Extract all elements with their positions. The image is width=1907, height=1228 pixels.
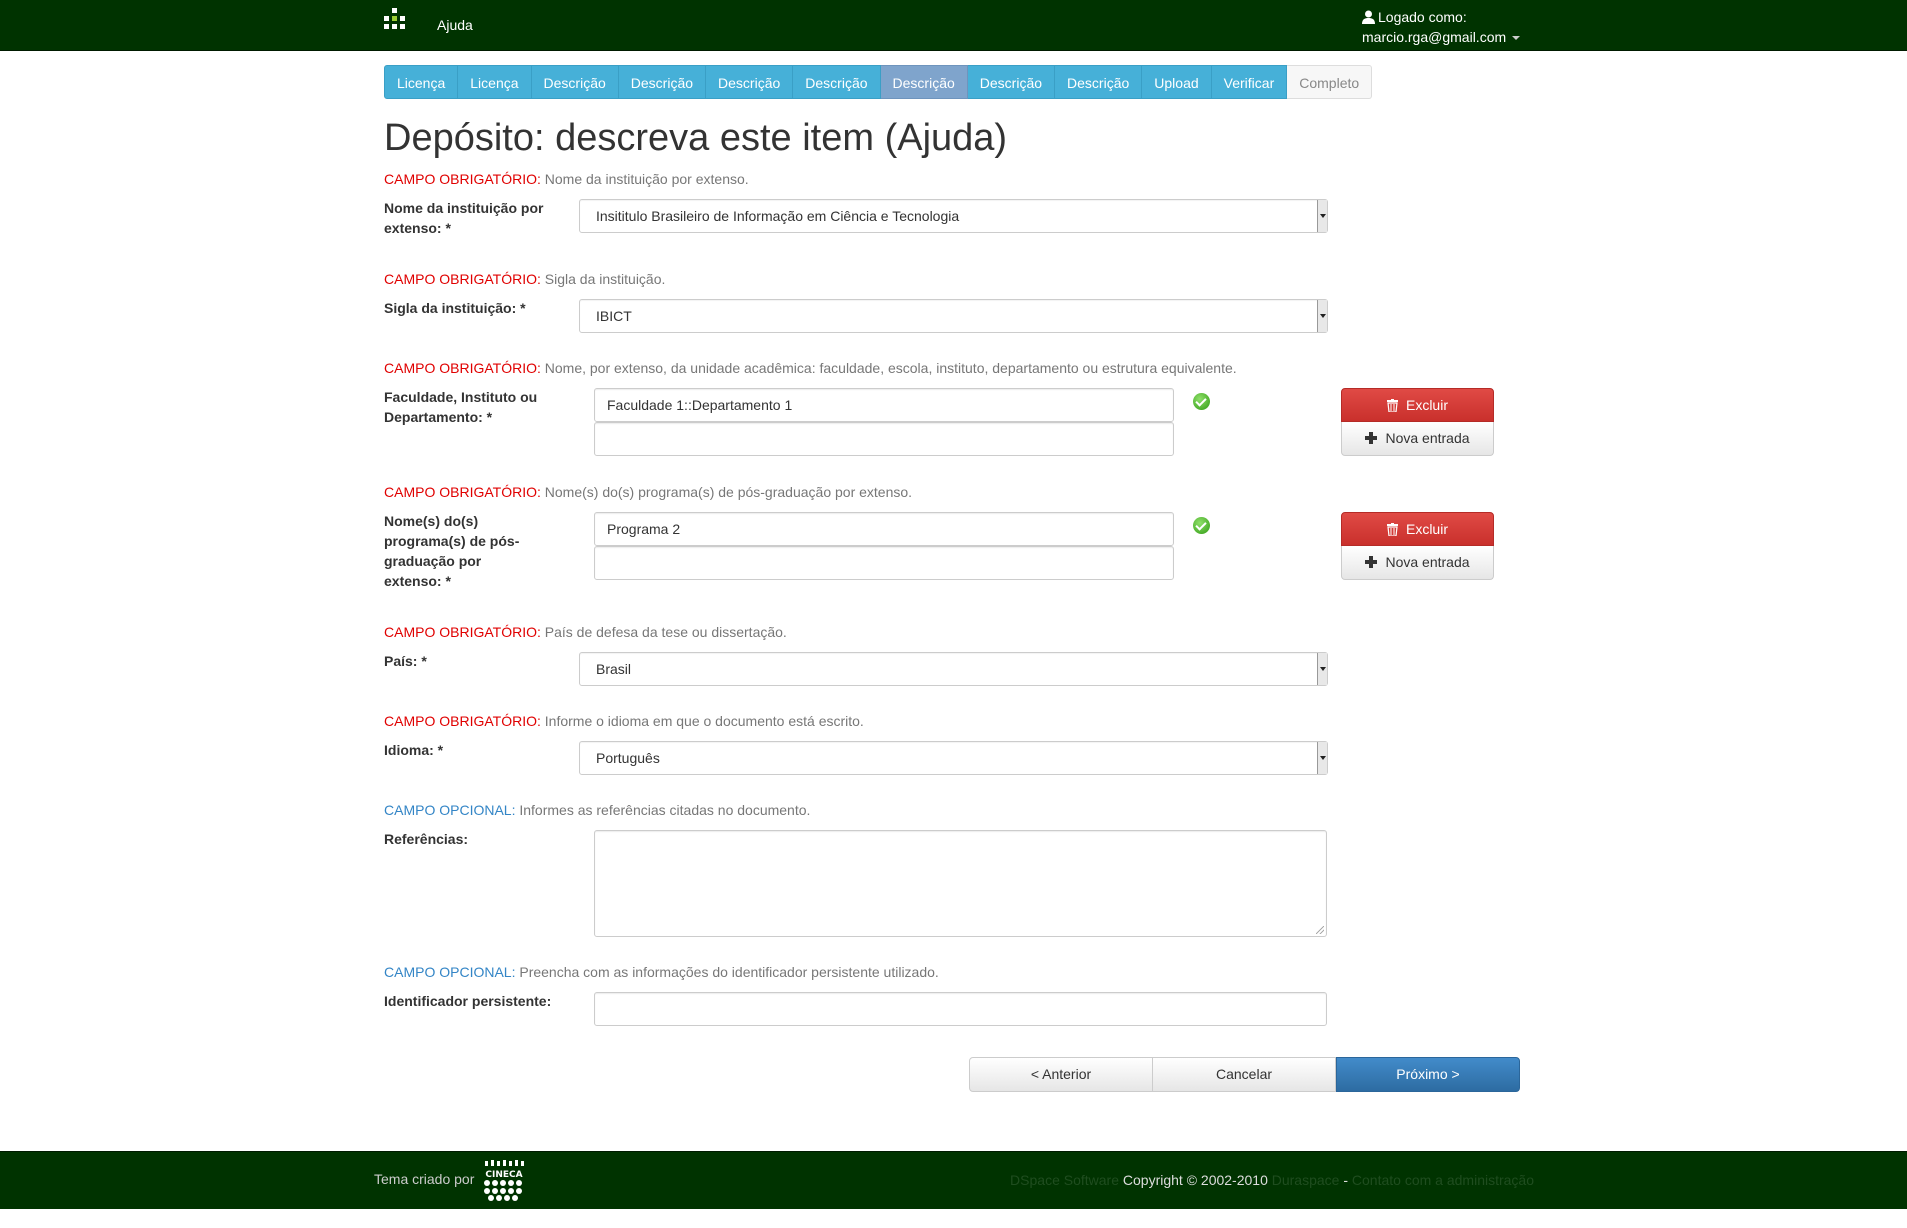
dropdown-arrow-icon[interactable] bbox=[1317, 742, 1327, 774]
contact-admin-link[interactable]: Contato com a administração bbox=[1352, 1172, 1534, 1188]
footer-separator: - bbox=[1339, 1172, 1352, 1188]
user-menu[interactable]: Logado como: marcio.rga@gmail.com bbox=[1362, 7, 1521, 47]
language-hint: CAMPO OBRIGATÓRIO: Informe o idioma em q… bbox=[384, 713, 864, 729]
step-description-6[interactable]: Descrição bbox=[967, 65, 1056, 99]
acronym-label: Sigla da instituição: * bbox=[384, 300, 526, 316]
user-icon bbox=[1362, 10, 1375, 24]
identifier-input[interactable] bbox=[594, 992, 1327, 1026]
dspace-software-link[interactable]: DSpace Software bbox=[1010, 1172, 1119, 1188]
country-label: País: * bbox=[384, 653, 427, 669]
next-button[interactable]: Próximo > bbox=[1336, 1057, 1520, 1092]
dropdown-arrow-icon[interactable] bbox=[1317, 300, 1327, 332]
step-description-1[interactable]: Descrição bbox=[531, 65, 619, 99]
user-email[interactable]: marcio.rga@gmail.com bbox=[1362, 29, 1506, 45]
cineca-logo[interactable]: CINECA bbox=[482, 1159, 526, 1203]
footer: Tema criado por CINECA DSpace Software C… bbox=[0, 1151, 1907, 1209]
country-hint: CAMPO OBRIGATÓRIO: País de defesa da tes… bbox=[384, 624, 787, 640]
step-upload[interactable]: Upload bbox=[1142, 65, 1212, 99]
faculty-label: Faculdade, Instituto ou Departamento: * bbox=[384, 389, 538, 425]
required-tag: CAMPO OBRIGATÓRIO: bbox=[384, 713, 541, 729]
check-icon bbox=[1193, 517, 1210, 534]
optional-tag: CAMPO OPCIONAL: bbox=[384, 802, 516, 818]
language-select[interactable]: Português bbox=[579, 741, 1328, 775]
dropdown-arrow-icon[interactable] bbox=[1317, 653, 1327, 685]
required-tag: CAMPO OBRIGATÓRIO: bbox=[384, 271, 541, 287]
trash-icon bbox=[1386, 399, 1398, 412]
references-hint: CAMPO OPCIONAL: Informes as referências … bbox=[384, 802, 811, 818]
step-description-4[interactable]: Descrição bbox=[793, 65, 881, 99]
identifier-hint: CAMPO OPCIONAL: Preencha com as informaç… bbox=[384, 964, 939, 980]
copyright-line: DSpace Software Copyright © 2002-2010 Du… bbox=[1010, 1172, 1534, 1188]
references-label: Referências: bbox=[384, 831, 469, 847]
chevron-down-icon[interactable] bbox=[1512, 36, 1521, 41]
step-complete: Completo bbox=[1287, 65, 1373, 99]
acronym-select[interactable]: IBICT bbox=[579, 299, 1328, 333]
duraspace-link[interactable]: Duraspace bbox=[1272, 1172, 1340, 1188]
copyright-text: Copyright © 2002-2010 bbox=[1119, 1172, 1272, 1188]
program-label: Nome(s) do(s) programa(s) de pós-graduaç… bbox=[384, 513, 520, 589]
required-tag: CAMPO OBRIGATÓRIO: bbox=[384, 484, 541, 500]
language-label: Idioma: * bbox=[384, 742, 444, 758]
faculty-hint: CAMPO OBRIGATÓRIO: Nome, por extenso, da… bbox=[384, 360, 1237, 376]
country-select[interactable]: Brasil bbox=[579, 652, 1328, 686]
references-textarea[interactable] bbox=[594, 830, 1327, 937]
program-new-entry-button[interactable]: Nova entrada bbox=[1341, 546, 1494, 580]
optional-tag: CAMPO OPCIONAL: bbox=[384, 964, 516, 980]
plus-icon bbox=[1365, 432, 1378, 444]
step-license-1[interactable]: Licença bbox=[384, 65, 459, 99]
step-description-5-current[interactable]: Descrição bbox=[880, 65, 968, 99]
required-tag: CAMPO OBRIGATÓRIO: bbox=[384, 171, 541, 187]
step-description-2[interactable]: Descrição bbox=[618, 65, 707, 99]
step-verify[interactable]: Verificar bbox=[1211, 65, 1288, 99]
page-title: Depósito: descreva este item (Ajuda) bbox=[384, 117, 1008, 159]
check-icon bbox=[1193, 393, 1210, 410]
cancel-button[interactable]: Cancelar bbox=[1153, 1057, 1336, 1092]
dspace-logo-icon[interactable] bbox=[384, 8, 410, 34]
institution-hint: CAMPO OBRIGATÓRIO: Nome da instituição p… bbox=[384, 171, 749, 187]
faculty-delete-button[interactable]: Excluir bbox=[1341, 388, 1494, 422]
acronym-hint: CAMPO OBRIGATÓRIO: Sigla da instituição. bbox=[384, 271, 666, 287]
faculty-new-entry-button[interactable]: Nova entrada bbox=[1341, 422, 1494, 456]
institution-select[interactable]: Insititulo Brasileiro de Informação em C… bbox=[579, 199, 1328, 233]
help-link[interactable]: Ajuda bbox=[437, 17, 473, 33]
dropdown-arrow-icon[interactable] bbox=[1317, 200, 1327, 232]
form-navigation: < Anterior Cancelar Próximo > bbox=[969, 1057, 1520, 1092]
submission-progress-bar: Licença Licença Descrição Descrição Desc… bbox=[384, 65, 1373, 99]
step-description-3[interactable]: Descrição bbox=[706, 65, 794, 99]
resize-handle-icon[interactable] bbox=[1316, 926, 1324, 934]
institution-label: Nome da instituição por extenso: * bbox=[384, 200, 544, 236]
plus-icon bbox=[1365, 556, 1378, 568]
faculty-input[interactable]: Faculdade 1::Departamento 1 bbox=[594, 388, 1174, 422]
logged-as-label: Logado como: bbox=[1378, 9, 1467, 25]
previous-button[interactable]: < Anterior bbox=[969, 1057, 1153, 1092]
theme-credit: Tema criado por bbox=[374, 1171, 475, 1187]
identifier-label: Identificador persistente: bbox=[384, 993, 552, 1009]
required-tag: CAMPO OBRIGATÓRIO: bbox=[384, 360, 541, 376]
top-navbar: Ajuda Logado como: marcio.rga@gmail.com bbox=[0, 0, 1907, 51]
svg-text:CINECA: CINECA bbox=[485, 1170, 522, 1180]
step-description-7[interactable]: Descrição bbox=[1055, 65, 1143, 99]
program-input[interactable]: Programa 2 bbox=[594, 512, 1174, 546]
faculty-new-input[interactable] bbox=[594, 422, 1174, 456]
required-tag: CAMPO OBRIGATÓRIO: bbox=[384, 624, 541, 640]
program-delete-button[interactable]: Excluir bbox=[1341, 512, 1494, 546]
program-new-input[interactable] bbox=[594, 546, 1174, 580]
trash-icon bbox=[1386, 523, 1398, 536]
step-license-2[interactable]: Licença bbox=[458, 65, 532, 99]
program-hint: CAMPO OBRIGATÓRIO: Nome(s) do(s) program… bbox=[384, 484, 913, 500]
